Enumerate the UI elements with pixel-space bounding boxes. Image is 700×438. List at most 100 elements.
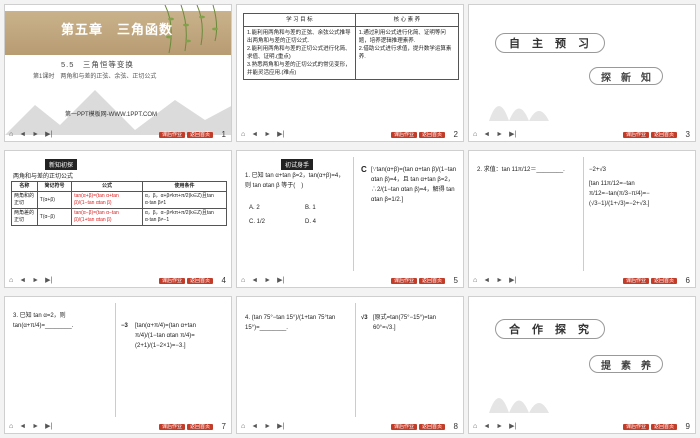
back-icon[interactable]: ◄	[19, 131, 26, 138]
homework-button[interactable]: 课后作业	[158, 424, 185, 430]
home-icon[interactable]: ⌂	[9, 423, 13, 430]
forward-icon[interactable]: ►	[496, 131, 503, 138]
table-header: 简记符号	[36, 181, 73, 192]
back-icon[interactable]: ◄	[251, 423, 258, 430]
slide-thumbnail-1[interactable]: 第五章 三角函数 5.5 三角恒等变换 第1课时 两角和与差的正弦、余弦、正切公…	[4, 4, 232, 142]
slide-thumbnail-4[interactable]: 新知初探 两角和与差的正切公式 名称 简记符号 公式 使用条件 两角和的正切 T…	[4, 150, 232, 288]
pill-char: 素	[621, 360, 631, 372]
pill-char: 新	[621, 72, 631, 84]
objectives-table: 学 习 目 标 核 心 素 养 1.能利用两角和与差的正弦、余弦公式推导出两角和…	[243, 13, 460, 80]
solution-text: [原式=tan(75°−15°)=tan 60°=√3.]	[373, 315, 437, 331]
end-icon[interactable]: ▶|	[45, 131, 52, 138]
table-cell: tan(α+β)=(tan α+tan β)/(1−tan αtan β)	[71, 191, 143, 209]
homework-button[interactable]: 课后作业	[390, 132, 417, 138]
slide-nav-icons[interactable]: ⌂ ◄ ► ▶|	[241, 422, 290, 430]
homework-button[interactable]: 课后作业	[390, 278, 417, 284]
slide-nav-icons[interactable]: ⌂ ◄ ► ▶|	[9, 276, 58, 284]
homework-button[interactable]: 课后作业	[622, 424, 649, 430]
slide-nav-icons[interactable]: ⌂ ◄ ► ▶|	[9, 422, 58, 430]
home-icon[interactable]: ⌂	[241, 131, 245, 138]
end-icon[interactable]: ▶|	[45, 423, 52, 430]
formula-table: 名称 简记符号 公式 使用条件 两角和的正切 T(α+β) tan(α+β)=(…	[11, 181, 228, 226]
answer-text: −2+√3	[589, 167, 606, 173]
slide-thumbnail-3[interactable]: 自 主 预 习 探 新 知 3 ⌂ ◄ ► ▶| 课后作业 返回首页	[468, 4, 696, 142]
end-icon[interactable]: ▶|	[509, 277, 516, 284]
end-icon[interactable]: ▶|	[277, 423, 284, 430]
forward-icon[interactable]: ►	[496, 423, 503, 430]
back-icon[interactable]: ◄	[19, 277, 26, 284]
home-button[interactable]: 返回首页	[186, 132, 213, 138]
home-button[interactable]: 返回首页	[186, 424, 213, 430]
table-cell: tan(α−β)=(tan α−tan β)/(1+tan αtan β)	[71, 208, 143, 226]
forward-icon[interactable]: ►	[264, 423, 271, 430]
slide-thumbnail-6[interactable]: 2. 求值：tan 11π/12＝________. −2+√3 [tan 11…	[468, 150, 696, 288]
home-icon[interactable]: ⌂	[473, 277, 477, 284]
home-button[interactable]: 返回首页	[650, 132, 677, 138]
homework-button[interactable]: 课后作业	[622, 278, 649, 284]
slide-thumbnail-5[interactable]: 初试身手 1. 已知 tan α+tan β=2，tan(α+β)=4，则 ta…	[236, 150, 464, 288]
home-button[interactable]: 返回首页	[418, 424, 445, 430]
forward-icon[interactable]: ►	[32, 423, 39, 430]
section-tag: 新知初探	[45, 159, 78, 170]
end-icon[interactable]: ▶|	[45, 277, 52, 284]
slide-number: 1	[221, 130, 226, 139]
slide-nav-buttons: 课后作业 返回首页	[621, 423, 677, 430]
slide-nav-icons[interactable]: ⌂ ◄ ► ▶|	[9, 130, 58, 138]
homework-button[interactable]: 课后作业	[158, 132, 185, 138]
divider	[115, 303, 116, 417]
home-icon[interactable]: ⌂	[473, 423, 477, 430]
slide-nav-icons[interactable]: ⌂ ◄ ► ▶|	[241, 276, 290, 284]
slide-nav-icons[interactable]: ⌂ ◄ ► ▶|	[473, 422, 522, 430]
pill-char: 预	[555, 38, 568, 50]
home-button[interactable]: 返回首页	[418, 278, 445, 284]
goal-item: 2.能利用两角和与差的正切公式进行化简、求值、证明.(重点)	[247, 46, 351, 60]
back-icon[interactable]: ◄	[251, 131, 258, 138]
slide-thumbnail-9[interactable]: 合 作 探 究 提 素 养 9 ⌂ ◄ ► ▶| 课后作业 返回首页	[468, 296, 696, 434]
slide-thumbnail-2[interactable]: 学 习 目 标 核 心 素 养 1.能利用两角和与差的正弦、余弦公式推导出两角和…	[236, 4, 464, 142]
end-icon[interactable]: ▶|	[277, 131, 284, 138]
pill-char: 自	[509, 38, 522, 50]
question-text: 3. 已知 tan α=2，则 tan(α+π/4)=________.	[13, 313, 74, 329]
forward-icon[interactable]: ►	[32, 277, 39, 284]
home-button[interactable]: 返回首页	[650, 424, 677, 430]
slide-nav-icons[interactable]: ⌂ ◄ ► ▶|	[241, 130, 290, 138]
section-title: 5.5 三角恒等变换	[61, 60, 134, 69]
slide-thumbnail-7[interactable]: 3. 已知 tan α=2，则 tan(α+π/4)=________. −3 …	[4, 296, 232, 434]
back-icon[interactable]: ◄	[483, 277, 490, 284]
homework-button[interactable]: 课后作业	[390, 424, 417, 430]
slide-nav-buttons: 课后作业 返回首页	[157, 131, 213, 138]
back-icon[interactable]: ◄	[483, 131, 490, 138]
home-button[interactable]: 返回首页	[418, 132, 445, 138]
home-icon[interactable]: ⌂	[473, 131, 477, 138]
home-icon[interactable]: ⌂	[9, 131, 13, 138]
home-button[interactable]: 返回首页	[650, 278, 677, 284]
slide-nav-icons[interactable]: ⌂ ◄ ► ▶|	[473, 276, 522, 284]
back-icon[interactable]: ◄	[251, 277, 258, 284]
table-row: 两角和的正切 T(α+β) tan(α+β)=(tan α+tan β)/(1−…	[11, 191, 228, 209]
table-cell: α，β，α−β≠kπ+π/2(k∈Z)且tan α·tan β≠−1	[141, 208, 228, 226]
forward-icon[interactable]: ►	[264, 277, 271, 284]
homework-button[interactable]: 课后作业	[158, 278, 185, 284]
back-icon[interactable]: ◄	[19, 423, 26, 430]
forward-icon[interactable]: ►	[264, 131, 271, 138]
end-icon[interactable]: ▶|	[277, 277, 284, 284]
home-icon[interactable]: ⌂	[9, 277, 13, 284]
back-icon[interactable]: ◄	[483, 423, 490, 430]
forward-icon[interactable]: ►	[496, 277, 503, 284]
slide-number: 9	[685, 422, 690, 431]
end-icon[interactable]: ▶|	[509, 131, 516, 138]
home-icon[interactable]: ⌂	[241, 423, 245, 430]
home-icon[interactable]: ⌂	[241, 277, 245, 284]
option-d: D. 4	[305, 219, 317, 225]
forward-icon[interactable]: ►	[32, 131, 39, 138]
section-tag: 初试身手	[281, 159, 314, 170]
goal-item: 3.熟悉两角和与差的正切公式的常见变形，并能灵活应用.(难点)	[247, 62, 351, 76]
end-icon[interactable]: ▶|	[509, 423, 516, 430]
subsection-pill: 提 素 养	[589, 355, 663, 373]
slide-thumbnail-8[interactable]: 4. (tan 75°−tan 15°)/(1+tan 75°tan 15°)=…	[236, 296, 464, 434]
homework-button[interactable]: 课后作业	[622, 132, 649, 138]
home-button[interactable]: 返回首页	[186, 278, 213, 284]
slide-nav-icons[interactable]: ⌂ ◄ ► ▶|	[473, 130, 522, 138]
table-cell: T(α+β)	[36, 191, 73, 209]
slide-nav-buttons: 课后作业 返回首页	[389, 131, 445, 138]
